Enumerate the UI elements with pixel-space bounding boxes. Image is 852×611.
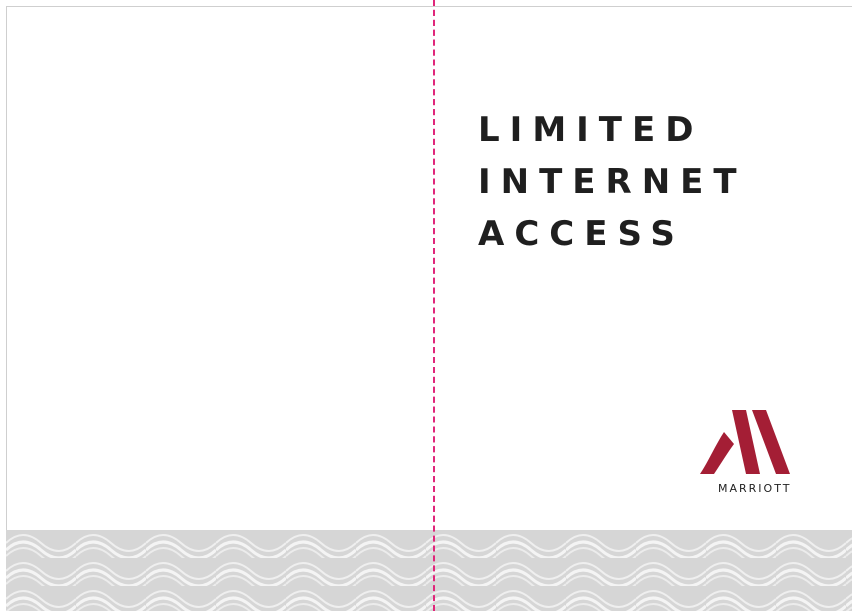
title-line-1: LIMITED: [478, 110, 704, 150]
card-title: LIMITED INTERNET ACCESS: [478, 104, 747, 260]
fold-guide-line-overlay: [433, 0, 435, 611]
wave-pattern-band: [6, 530, 852, 611]
card-outline: [6, 6, 852, 611]
print-card: LIMITED INTERNET ACCESS MARRIOTT: [0, 0, 852, 611]
brand-wordmark: MARRIOTT: [718, 482, 792, 495]
title-line-2: INTERNET: [478, 162, 747, 202]
title-line-3: ACCESS: [478, 214, 685, 254]
